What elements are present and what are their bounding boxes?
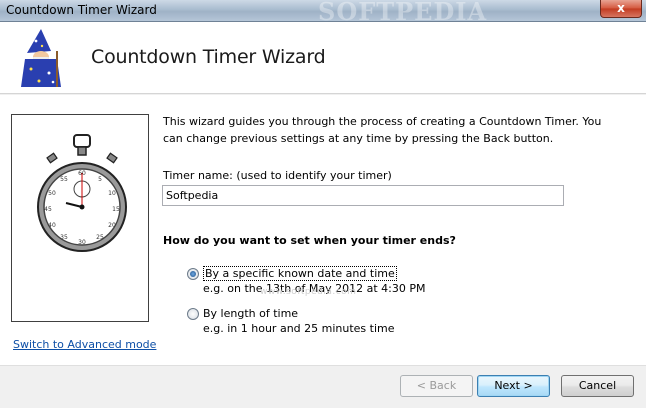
svg-text:20: 20 xyxy=(108,222,116,229)
svg-text:30: 30 xyxy=(78,239,86,246)
watermark-url: www.softpedia.com xyxy=(260,287,357,297)
image-frame: 60 5 10 15 20 25 30 35 40 45 50 55 xyxy=(11,114,149,322)
next-button[interactable]: Next > xyxy=(477,375,550,397)
advanced-mode-link[interactable]: Switch to Advanced mode xyxy=(13,338,156,351)
close-button[interactable]: x xyxy=(600,0,642,18)
timer-name-input[interactable] xyxy=(162,185,564,206)
svg-text:35: 35 xyxy=(60,234,68,241)
svg-text:55: 55 xyxy=(60,176,68,183)
radio-specific-date[interactable] xyxy=(187,268,199,280)
close-icon[interactable]: x xyxy=(617,1,625,15)
svg-text:60: 60 xyxy=(78,170,86,177)
wizard-body: 60 5 10 15 20 25 30 35 40 45 50 55 Switc… xyxy=(0,95,646,365)
window-title: Countdown Timer Wizard xyxy=(6,3,157,17)
wizard-header: Countdown Timer Wizard xyxy=(0,22,646,94)
back-button[interactable]: < Back xyxy=(400,375,473,397)
window-title-bar: Countdown Timer Wizard SOFTPEDIA x xyxy=(0,0,646,26)
wizard-footer: < Back Next > Cancel xyxy=(0,365,646,408)
intro-text: This wizard guides you through the proce… xyxy=(163,115,602,145)
end-method-question: How do you want to set when your timer e… xyxy=(163,234,456,247)
timer-name-label: Timer name: (used to identify your timer… xyxy=(163,169,392,182)
page-title: Countdown Timer Wizard xyxy=(91,46,326,68)
svg-text:45: 45 xyxy=(44,206,52,213)
radio-length-of-time[interactable] xyxy=(187,308,199,320)
option-length-of-time-label[interactable]: By length of time xyxy=(203,307,298,320)
stopwatch-icon: 60 5 10 15 20 25 30 35 40 45 50 55 xyxy=(37,134,127,252)
svg-text:40: 40 xyxy=(48,222,56,229)
option-specific-date-label[interactable]: By a specific known date and time xyxy=(203,266,397,281)
wizard-icon xyxy=(21,29,61,87)
svg-text:15: 15 xyxy=(112,206,120,213)
svg-text:5: 5 xyxy=(98,176,102,183)
focused-label[interactable]: By a specific known date and time xyxy=(203,266,397,281)
svg-text:50: 50 xyxy=(48,190,56,197)
cancel-button[interactable]: Cancel xyxy=(561,375,634,397)
option-length-of-time-example: e.g. in 1 hour and 25 minutes time xyxy=(203,322,395,335)
svg-text:10: 10 xyxy=(108,190,116,197)
svg-text:25: 25 xyxy=(96,234,104,241)
